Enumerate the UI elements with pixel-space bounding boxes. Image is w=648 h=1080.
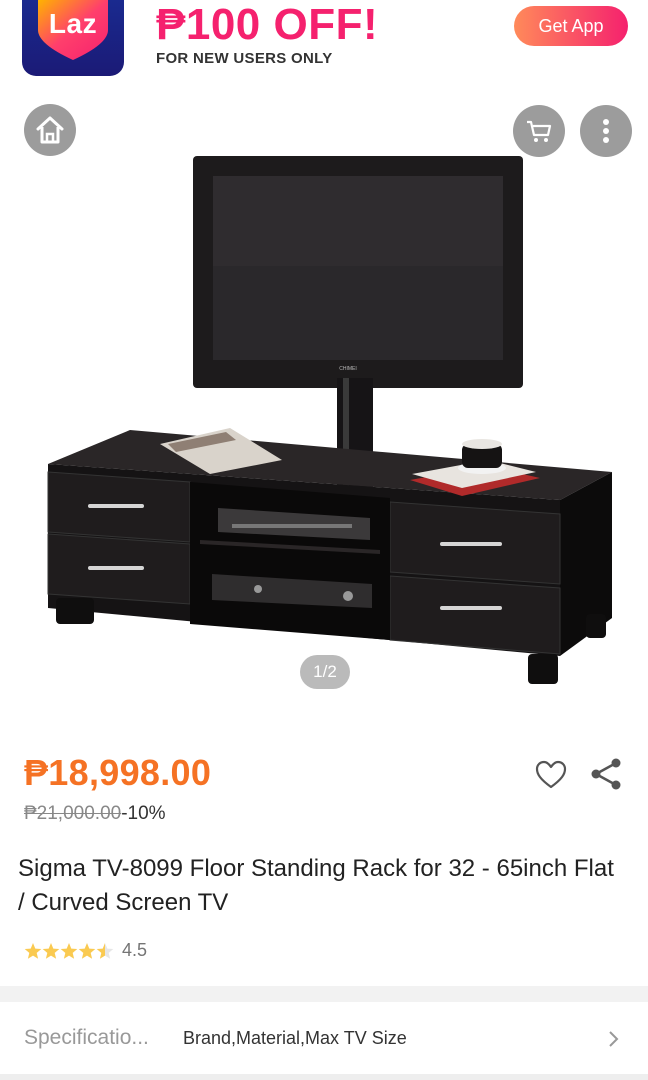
product-image: CHIMEI <box>47 156 612 684</box>
product-page: Laz ₱100 OFF! FOR NEW USERS ONLY Get App… <box>0 0 648 1080</box>
more-options-button[interactable] <box>580 105 632 157</box>
bottom-edge <box>0 1074 648 1080</box>
image-pager-indicator: 1/2 <box>300 655 350 689</box>
original-price-row: ₱21,000.00-10% <box>24 803 166 825</box>
get-app-button[interactable]: Get App <box>514 6 628 46</box>
original-price: ₱21,000.00 <box>24 803 122 824</box>
app-promo-banner[interactable]: Laz ₱100 OFF! FOR NEW USERS ONLY Get App <box>0 0 648 88</box>
chevron-right-icon <box>609 1031 619 1047</box>
lazada-logo: Laz <box>22 0 124 76</box>
logo-text: Laz <box>48 8 98 39</box>
specifications-label: Specificatio... <box>24 1026 149 1049</box>
specifications-row[interactable]: Specificatio... Brand,Material,Max TV Si… <box>0 1002 648 1074</box>
specifications-summary: Brand,Material,Max TV Size <box>183 1028 407 1048</box>
discount-badge: -10% <box>121 803 166 824</box>
cart-button[interactable] <box>513 105 565 157</box>
heart-outline-icon <box>535 760 567 789</box>
more-vertical-icon <box>603 119 609 143</box>
section-divider <box>0 986 648 1002</box>
rating-value: 4.5 <box>122 940 148 960</box>
home-icon <box>36 116 64 144</box>
wishlist-button[interactable] <box>534 758 568 792</box>
product-rating[interactable]: 4.5 <box>24 940 147 961</box>
share-button[interactable] <box>588 756 624 792</box>
home-button[interactable] <box>24 104 76 156</box>
cart-icon <box>527 120 552 142</box>
tv-brand-label: CHIMEI <box>339 366 357 372</box>
promo-subtext: FOR NEW USERS ONLY <box>156 50 333 67</box>
sale-price: ₱18,998.00 <box>24 752 212 793</box>
product-title: Sigma TV-8099 Floor Standing Rack for 32… <box>18 855 614 916</box>
rating-stars <box>24 941 114 961</box>
product-image-gallery[interactable]: CHIMEI 1/2 <box>0 88 648 736</box>
share-icon <box>591 758 621 790</box>
star-rating-icon <box>24 942 114 959</box>
promo-headline: ₱100 OFF! <box>156 0 379 49</box>
